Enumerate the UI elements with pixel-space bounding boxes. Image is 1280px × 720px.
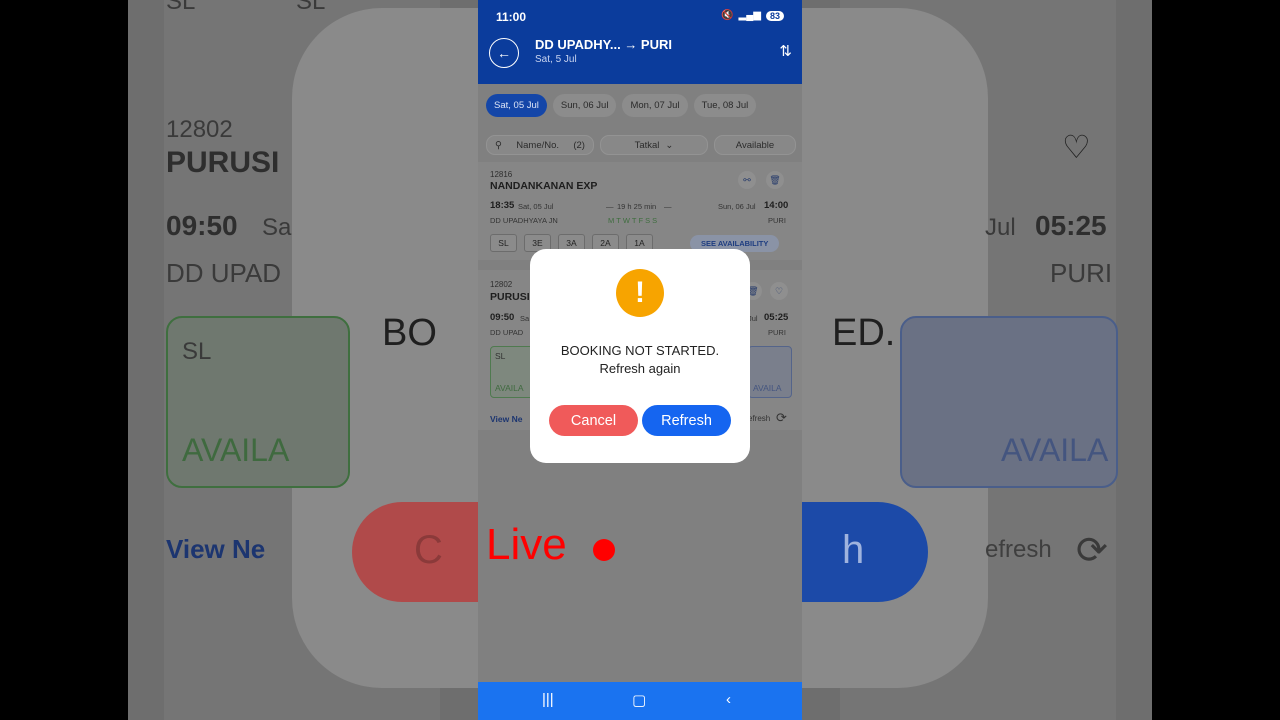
delete-icon[interactable]: 🗑 (766, 171, 784, 189)
bg-top-chip-2: SL (296, 0, 326, 15)
status-icons: 🔇 ▂▄▆ 83 (721, 10, 784, 21)
bg-station-left: DD UPAD (166, 258, 282, 288)
live-dot-icon (593, 539, 615, 561)
date-tab-sun[interactable]: Sun, 06 Jul (552, 94, 617, 117)
bg-top-chip-1: SL (166, 0, 196, 15)
back-nav-icon[interactable]: ‹ (726, 691, 731, 708)
class-label: SL (495, 351, 506, 361)
arr-date: Sun, 06 Jul (718, 202, 756, 211)
link-icon[interactable]: ⚯ (738, 171, 756, 189)
duration-line: — (664, 202, 672, 211)
dialog-title: BOOKING NOT STARTED. (560, 343, 720, 358)
cancel-button[interactable]: Cancel (549, 405, 638, 436)
date-tab-mon[interactable]: Mon, 07 Jul (622, 94, 688, 117)
duration: 19 h 25 min (617, 202, 657, 211)
dep-date: Sat, 05 Jul (518, 202, 554, 211)
train-name: PURUSI (490, 291, 530, 303)
class-sl[interactable]: SL (490, 234, 517, 252)
dep-time: 18:35 (490, 200, 515, 211)
bg-cancel-text: C (414, 528, 443, 572)
bg-heart-icon: ♡ (1062, 129, 1091, 165)
booking-dialog: ! BOOKING NOT STARTED. Refresh again Can… (530, 249, 750, 463)
status-bar: 11:00 🔇 ▂▄▆ 83 (478, 0, 802, 34)
search-input[interactable]: ⚲ Name/No. (2) (486, 135, 594, 155)
bg-arr-time: 05:25 (1035, 210, 1107, 241)
bg-avail-right: AVAILA (1001, 432, 1109, 468)
refresh-icon[interactable]: ⟳ (776, 410, 787, 426)
dep-date: Sa (520, 314, 530, 323)
train-card[interactable]: 12816 NANDANKANAN EXP ⚯ 🗑 18:35 Sat, 05 … (478, 162, 802, 260)
refresh-text[interactable]: efresh (748, 414, 770, 423)
home-icon[interactable]: ▢ (632, 691, 646, 709)
class-box-right[interactable]: AVAILA (748, 346, 792, 398)
app-header: ← DD UPADHY... → PURI Sat, 5 Jul ⇅ (478, 34, 802, 84)
bg-refresh-icon: ⟳ (1076, 530, 1108, 572)
search-placeholder: Name/No. (516, 139, 560, 151)
train-name: NANDANKANAN EXP (490, 180, 598, 192)
arr-time: 14:00 (764, 200, 789, 211)
availability-label: Available (735, 139, 775, 151)
to-station: PURI (768, 328, 786, 337)
dep-time: 09:50 (490, 312, 515, 323)
quota-label: Tatkal (634, 139, 660, 151)
route-title: DD UPADHY... → PURI (535, 37, 672, 52)
refresh-button[interactable]: Refresh (642, 405, 731, 436)
back-button[interactable]: ← (489, 38, 519, 68)
bg-dep-date: Sa (262, 214, 292, 241)
date-tab-sat[interactable]: Sat, 05 Jul (486, 94, 547, 117)
chevron-down-icon: ⌄ (665, 139, 674, 151)
arr-time: 05:25 (764, 312, 789, 323)
bg-avail-left: AVAILA (182, 432, 290, 468)
bg-class-left: SL (182, 338, 212, 365)
route-date: Sat, 5 Jul (535, 54, 577, 65)
availability-status: AVAILA (495, 383, 524, 393)
bg-train-name: PURUSI (166, 146, 280, 179)
availability-status: AVAILA (753, 383, 782, 393)
status-time: 11:00 (496, 10, 527, 24)
recent-apps-icon[interactable]: ||| (542, 691, 554, 708)
from-station: DD UPADHYAYA JN (490, 216, 558, 225)
train-number: 12816 (490, 170, 513, 179)
view-nearby-link[interactable]: View Ne (490, 414, 522, 424)
train-number: 12802 (490, 280, 513, 289)
bg-arr-date: Jul (985, 214, 1016, 241)
bg-refresh-text: efresh (985, 536, 1052, 563)
running-days: MTWTFSS (608, 216, 660, 225)
mute-icon: 🔇 (721, 10, 734, 21)
quota-dropdown[interactable]: Tatkal ⌄ (600, 135, 708, 155)
bg-refresh-btn-text: h (842, 528, 865, 572)
live-label: Live (486, 520, 567, 569)
sort-icon[interactable]: ⇅ (779, 42, 792, 60)
battery-icon: 83 (765, 10, 784, 21)
warning-icon: ! (616, 269, 664, 317)
bg-train-number: 12802 (166, 116, 233, 143)
bg-station-right: PURI (1050, 258, 1113, 288)
bg-view-link: View Ne (166, 534, 266, 564)
signal-icon: ▂▄▆ (738, 10, 761, 21)
from-station: DD UPAD (490, 328, 524, 337)
navigation-bar: ||| ▢ ‹ (478, 682, 802, 720)
filter-bar: ⚲ Name/No. (2) Tatkal ⌄ Available (486, 135, 796, 155)
search-count: (2) (573, 139, 585, 151)
bg-message-right: ED. (832, 312, 896, 354)
availability-filter[interactable]: Available (714, 135, 796, 155)
arrow-left-icon: ← (497, 45, 511, 61)
duration-line: — (606, 202, 614, 211)
bg-dep-time: 09:50 (166, 210, 238, 241)
date-tab-tue[interactable]: Tue, 08 Jul (693, 94, 757, 117)
date-tabs: Sat, 05 Jul Sun, 06 Jul Mon, 07 Jul Tue,… (486, 94, 757, 117)
bg-message-left: BO (382, 312, 437, 354)
heart-icon[interactable]: ♡ (770, 282, 788, 300)
search-icon: ⚲ (495, 139, 502, 151)
to-station: PURI (768, 216, 786, 225)
dialog-subtitle: Refresh again (599, 361, 681, 376)
